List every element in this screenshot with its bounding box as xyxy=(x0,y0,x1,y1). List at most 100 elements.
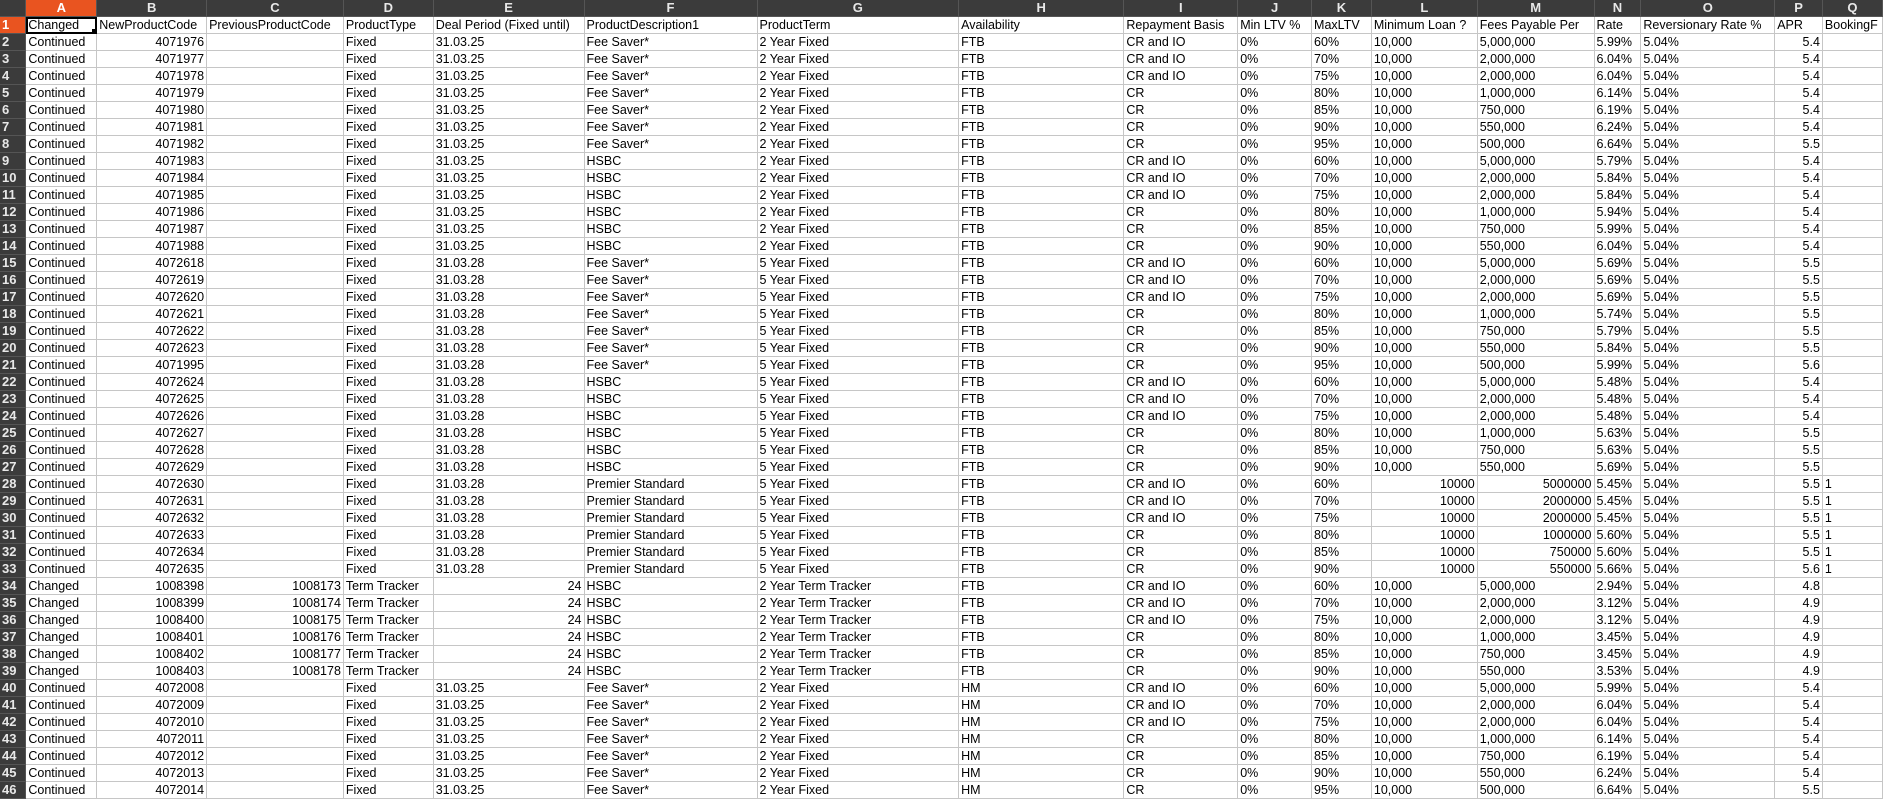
cell-g26[interactable]: 5 Year Fixed xyxy=(757,441,960,459)
cell-c41[interactable] xyxy=(206,696,344,714)
cell-g23[interactable]: 5 Year Fixed xyxy=(757,390,960,408)
cell-f21[interactable]: Fee Saver* xyxy=(584,356,758,374)
cell-f9[interactable]: HSBC xyxy=(584,152,758,170)
cell-k1[interactable]: MaxLTV xyxy=(1311,16,1372,34)
cell-j7[interactable]: 0% xyxy=(1237,118,1313,136)
cell-j14[interactable]: 0% xyxy=(1237,237,1313,255)
cell-h31[interactable]: FTB xyxy=(958,526,1125,544)
cell-b11[interactable]: 4071985 xyxy=(96,186,208,204)
cell-m30[interactable]: 2000000 xyxy=(1477,509,1595,527)
cell-o41[interactable]: 5.04% xyxy=(1640,696,1776,714)
cell-q45[interactable] xyxy=(1822,764,1883,782)
cell-b26[interactable]: 4072628 xyxy=(96,441,208,459)
cell-f28[interactable]: Premier Standard xyxy=(584,475,758,493)
cell-f15[interactable]: Fee Saver* xyxy=(584,254,758,272)
column-header-f[interactable]: F xyxy=(584,0,758,17)
cell-h29[interactable]: FTB xyxy=(958,492,1125,510)
cell-o8[interactable]: 5.04% xyxy=(1640,135,1776,153)
cell-c11[interactable] xyxy=(206,186,344,204)
cell-l36[interactable]: 10,000 xyxy=(1371,611,1478,629)
cell-k33[interactable]: 90% xyxy=(1311,560,1372,578)
cell-b5[interactable]: 4071979 xyxy=(96,84,208,102)
cell-n42[interactable]: 6.04% xyxy=(1594,713,1642,731)
cell-k21[interactable]: 95% xyxy=(1311,356,1372,374)
cell-b39[interactable]: 1008403 xyxy=(96,662,208,680)
cell-j37[interactable]: 0% xyxy=(1237,628,1313,646)
cell-h27[interactable]: FTB xyxy=(958,458,1125,476)
cell-q15[interactable] xyxy=(1822,254,1883,272)
cell-b32[interactable]: 4072634 xyxy=(96,543,208,561)
cell-b28[interactable]: 4072630 xyxy=(96,475,208,493)
cell-e8[interactable]: 31.03.25 xyxy=(433,135,585,153)
cell-j39[interactable]: 0% xyxy=(1237,662,1313,680)
cell-h30[interactable]: FTB xyxy=(958,509,1125,527)
cell-g25[interactable]: 5 Year Fixed xyxy=(757,424,960,442)
row-header-33[interactable]: 33 xyxy=(0,560,27,578)
cell-b9[interactable]: 4071983 xyxy=(96,152,208,170)
cell-m27[interactable]: 550,000 xyxy=(1477,458,1595,476)
cell-g41[interactable]: 2 Year Fixed xyxy=(757,696,960,714)
cell-p19[interactable]: 5.5 xyxy=(1774,322,1823,340)
cell-b45[interactable]: 4072013 xyxy=(96,764,208,782)
cell-m9[interactable]: 5,000,000 xyxy=(1477,152,1595,170)
cell-e43[interactable]: 31.03.25 xyxy=(433,730,585,748)
cell-b27[interactable]: 4072629 xyxy=(96,458,208,476)
cell-c25[interactable] xyxy=(206,424,344,442)
row-header-15[interactable]: 15 xyxy=(0,254,27,272)
cell-h6[interactable]: FTB xyxy=(958,101,1125,119)
cell-c5[interactable] xyxy=(206,84,344,102)
cell-a44[interactable]: Continued xyxy=(25,747,98,765)
cell-f32[interactable]: Premier Standard xyxy=(584,543,758,561)
cell-d4[interactable]: Fixed xyxy=(343,67,434,85)
cell-l40[interactable]: 10,000 xyxy=(1371,679,1478,697)
cell-a37[interactable]: Changed xyxy=(25,628,98,646)
cell-m41[interactable]: 2,000,000 xyxy=(1477,696,1595,714)
cell-l34[interactable]: 10,000 xyxy=(1371,577,1478,595)
cell-a4[interactable]: Continued xyxy=(25,67,98,85)
cell-i16[interactable]: CR and IO xyxy=(1123,271,1239,289)
cell-p20[interactable]: 5.5 xyxy=(1774,339,1823,357)
cell-k3[interactable]: 70% xyxy=(1311,50,1372,68)
cell-k8[interactable]: 95% xyxy=(1311,135,1372,153)
cell-e28[interactable]: 31.03.28 xyxy=(433,475,585,493)
column-header-q[interactable]: Q xyxy=(1822,0,1883,17)
cell-l28[interactable]: 10000 xyxy=(1371,475,1478,493)
cell-i7[interactable]: CR xyxy=(1123,118,1239,136)
cell-k27[interactable]: 90% xyxy=(1311,458,1372,476)
row-header-30[interactable]: 30 xyxy=(0,509,27,527)
cell-l41[interactable]: 10,000 xyxy=(1371,696,1478,714)
cell-g20[interactable]: 5 Year Fixed xyxy=(757,339,960,357)
cell-f30[interactable]: Premier Standard xyxy=(584,509,758,527)
cell-b40[interactable]: 4072008 xyxy=(96,679,208,697)
cell-b19[interactable]: 4072622 xyxy=(96,322,208,340)
cell-h25[interactable]: FTB xyxy=(958,424,1125,442)
cell-n22[interactable]: 5.48% xyxy=(1594,373,1642,391)
cell-a15[interactable]: Continued xyxy=(25,254,98,272)
cell-j21[interactable]: 0% xyxy=(1237,356,1313,374)
cell-q23[interactable] xyxy=(1822,390,1883,408)
cell-c40[interactable] xyxy=(206,679,344,697)
cell-c18[interactable] xyxy=(206,305,344,323)
cell-a41[interactable]: Continued xyxy=(25,696,98,714)
cell-p22[interactable]: 5.4 xyxy=(1774,373,1823,391)
cell-p10[interactable]: 5.4 xyxy=(1774,169,1823,187)
cell-a34[interactable]: Changed xyxy=(25,577,98,595)
cell-m5[interactable]: 1,000,000 xyxy=(1477,84,1595,102)
cell-k20[interactable]: 90% xyxy=(1311,339,1372,357)
cell-k11[interactable]: 75% xyxy=(1311,186,1372,204)
row-header-32[interactable]: 32 xyxy=(0,543,27,561)
cell-o12[interactable]: 5.04% xyxy=(1640,203,1776,221)
cell-n31[interactable]: 5.60% xyxy=(1594,526,1642,544)
cell-q44[interactable] xyxy=(1822,747,1883,765)
cell-d18[interactable]: Fixed xyxy=(343,305,434,323)
cell-d38[interactable]: Term Tracker xyxy=(343,645,434,663)
cell-d17[interactable]: Fixed xyxy=(343,288,434,306)
cell-o21[interactable]: 5.04% xyxy=(1640,356,1776,374)
cell-k40[interactable]: 60% xyxy=(1311,679,1372,697)
cell-h16[interactable]: FTB xyxy=(958,271,1125,289)
cell-a19[interactable]: Continued xyxy=(25,322,98,340)
cell-b13[interactable]: 4071987 xyxy=(96,220,208,238)
cell-n39[interactable]: 3.53% xyxy=(1594,662,1642,680)
cell-e46[interactable]: 31.03.25 xyxy=(433,781,585,799)
cell-f5[interactable]: Fee Saver* xyxy=(584,84,758,102)
